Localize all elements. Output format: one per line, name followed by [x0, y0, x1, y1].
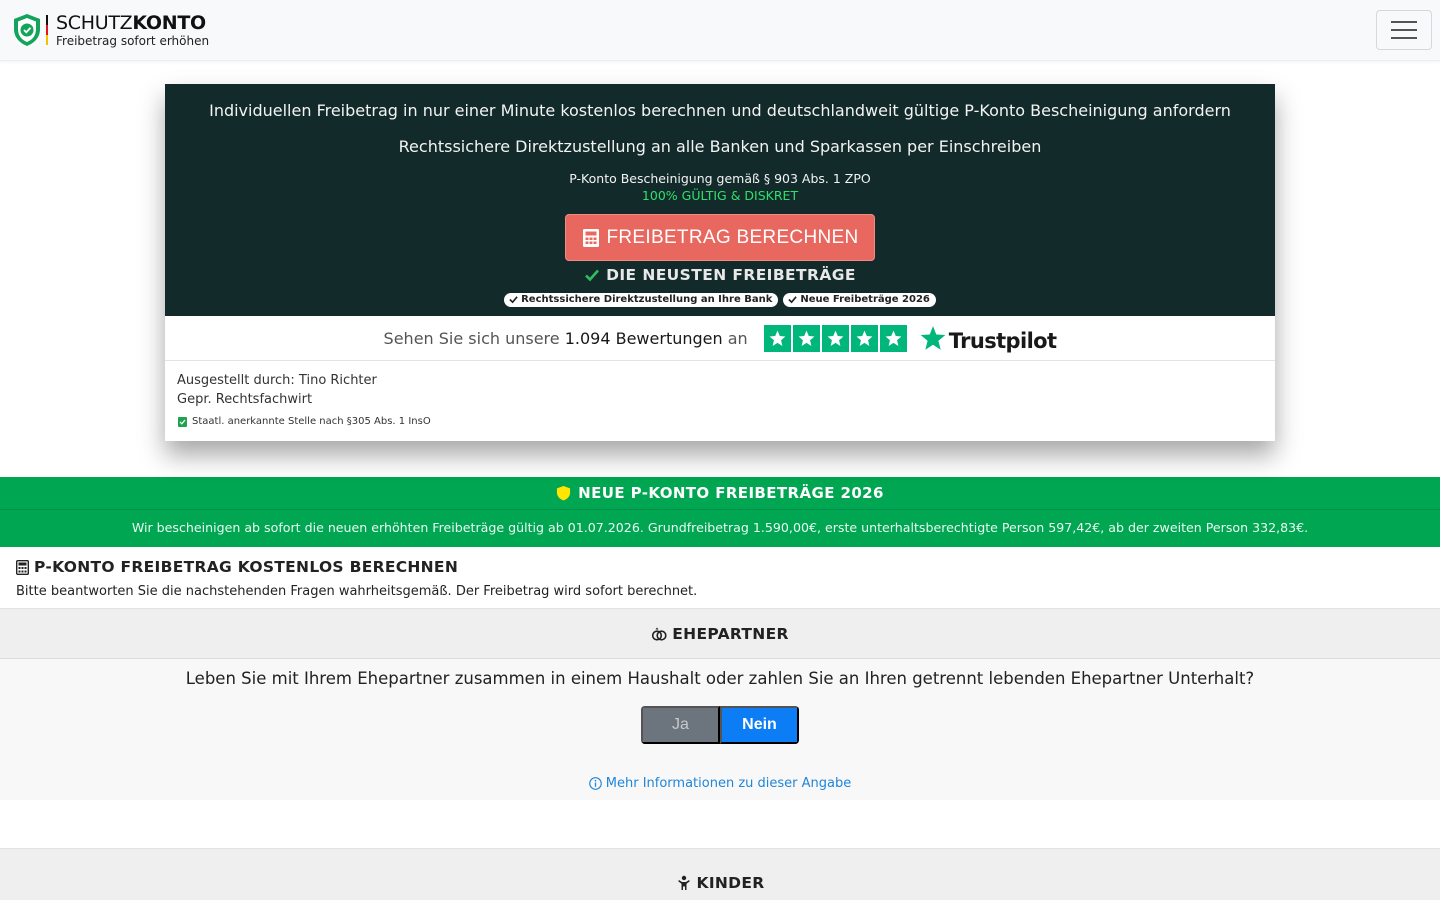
hero-headline: Individuellen Freibetrag in nur einer Mi… — [209, 101, 1231, 120]
star-icon — [763, 324, 791, 352]
hero-valid-note: 100% GÜLTIG & DISKRET — [641, 188, 799, 203]
banner-text: Wir bescheinigen ab sofort die neuen erh… — [131, 520, 1309, 535]
hero-badges: Rechtssichere Direktzustellung an Ihre B… — [175, 293, 1265, 307]
calculate-button-label: FREIBETRAG BERECHNEN — [606, 226, 859, 248]
issuer-title: Gepr. Rechtsfachwirt — [177, 392, 313, 407]
issuer-info: Ausgestellt durch: Tino Richter Gepr. Re… — [165, 361, 1275, 441]
section-body-spouse: Leben Sie mit Ihrem Ehepartner zusammen … — [0, 659, 1440, 800]
brand-flag-bar — [46, 15, 48, 45]
calculator-title: P-KONTO FREIBETRAG KOSTENLOS BERECHNEN — [16, 558, 1424, 576]
navbar: SCHUTZKONTO Freibetrag sofort erhöhen — [0, 0, 1440, 61]
spouse-no-button[interactable]: Nein — [720, 706, 799, 744]
calculator-icon — [582, 228, 599, 247]
spouse-question: Leben Sie mit Ihrem Ehepartner zusammen … — [185, 669, 1255, 688]
reviews-text: Sehen Sie sich unsere 1.094 Bewertungen … — [383, 328, 748, 348]
brand-name: SCHUTZKONTO — [56, 11, 206, 34]
info-circle-icon — [588, 777, 602, 790]
check-icon — [788, 296, 798, 304]
spouse-yes-button[interactable]: Ja — [641, 706, 720, 744]
certificate-icon — [178, 416, 187, 427]
issuer-accreditation: Staatl. anerkannte Stelle nach §305 Abs.… — [177, 412, 1263, 431]
spouse-more-info-link[interactable]: Mehr Informationen zu dieser Angabe — [0, 776, 1440, 791]
trustpilot-stars — [763, 324, 907, 352]
section-header-spouse: EHEPARTNER — [0, 608, 1440, 659]
hero-card: Individuellen Freibetrag in nur einer Mi… — [165, 84, 1275, 441]
banner-title: NEUE P-KONTO FREIBETRÄGE 2026 — [0, 477, 1440, 510]
menu-toggle-button[interactable] — [1376, 10, 1432, 50]
shield-check-icon — [14, 14, 40, 46]
badge-new-allowances: Neue Freibeträge 2026 — [783, 293, 936, 307]
calculate-allowance-button[interactable]: FREIBETRAG BERECHNEN — [564, 214, 876, 261]
reviews-count: 1.094 Bewertungen — [564, 328, 723, 348]
brand-logo[interactable]: SCHUTZKONTO Freibetrag sofort erhöhen — [12, 13, 209, 47]
newest-allowances-line: DIE NEUSTEN FREIBETRÄGE — [175, 266, 1265, 284]
rings-icon — [652, 627, 667, 641]
trustpilot-star-icon — [920, 325, 946, 350]
trustpilot-reviews-link[interactable]: Sehen Sie sich unsere 1.094 Bewertungen … — [165, 316, 1275, 361]
star-icon — [821, 324, 849, 352]
star-icon — [879, 324, 907, 352]
calculator-instructions: Bitte beantworten Sie die nachstehenden … — [16, 584, 698, 599]
hamburger-icon — [1391, 21, 1417, 23]
section-header-children: KINDER — [0, 848, 1440, 900]
issuer-name: Ausgestellt durch: Tino Richter — [177, 373, 377, 388]
star-icon — [850, 324, 878, 352]
hero-legal-note: P-Konto Bescheinigung gemäß § 903 Abs. 1… — [569, 171, 871, 186]
calculator-icon — [16, 559, 29, 575]
shield-icon — [557, 485, 571, 501]
new-allowances-banner: NEUE P-KONTO FREIBETRÄGE 2026 Wir besche… — [0, 477, 1440, 547]
brand-tagline: Freibetrag sofort erhöhen — [56, 33, 210, 48]
spouse-yes-no-toggle: Ja Nein — [641, 706, 799, 744]
badge-direct-delivery: Rechtssichere Direktzustellung an Ihre B… — [504, 293, 779, 307]
hero-subline: Rechtssichere Direktzustellung an alle B… — [398, 137, 1042, 156]
child-icon — [677, 875, 690, 890]
check-icon — [509, 296, 518, 304]
hero-header: Individuellen Freibetrag in nur einer Mi… — [165, 84, 1275, 316]
trustpilot-logo: Trustpilot — [919, 325, 1057, 352]
check-icon — [585, 269, 600, 282]
star-icon — [792, 324, 820, 352]
calculator-intro: P-KONTO FREIBETRAG KOSTENLOS BERECHNEN B… — [0, 547, 1440, 608]
